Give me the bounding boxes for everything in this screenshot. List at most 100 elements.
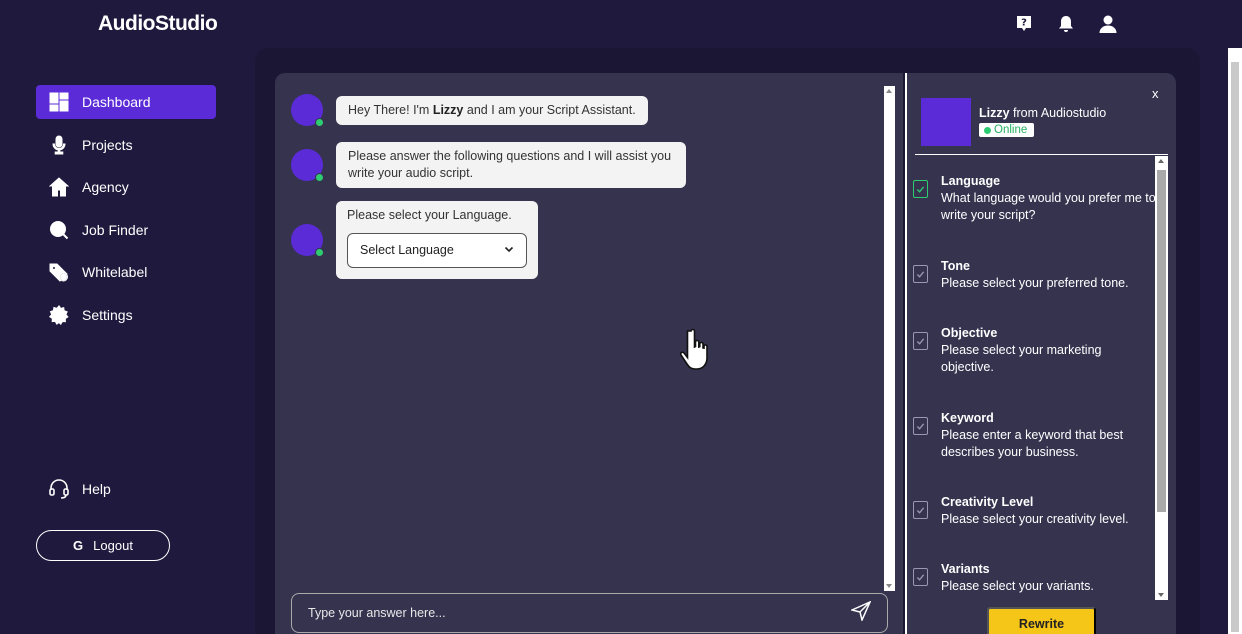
sidebar-item-label: Whitelabel (82, 264, 148, 280)
question-text: Objective Please select your marketing ob… (941, 325, 1156, 376)
question-title: Language (941, 174, 1001, 188)
sidebar-item-settings[interactable]: Settings (36, 298, 216, 332)
help-link[interactable]: Help (48, 478, 111, 500)
header-icons: ? (1012, 12, 1120, 36)
headset-icon (48, 478, 70, 500)
sidebar-item-label: Settings (82, 306, 133, 323)
bell-icon[interactable] (1054, 12, 1078, 36)
assistant-name: Lizzy (979, 106, 1010, 120)
question-description: Please select your variants. (941, 579, 1094, 593)
assistant-name: Lizzy (432, 102, 464, 117)
answer-input[interactable] (308, 606, 828, 620)
answer-input-box (291, 593, 888, 633)
user-icon[interactable] (1096, 12, 1120, 36)
checkbox-icon[interactable] (913, 265, 928, 283)
online-dot (315, 118, 324, 127)
question-title: Objective (941, 326, 998, 340)
logout-button[interactable]: G Logout (36, 530, 170, 561)
language-select[interactable]: Select Language (347, 233, 527, 268)
question-text: Language What language would you prefer m… (941, 173, 1156, 224)
question-title: Creativity Level (941, 495, 1034, 509)
scroll-up-icon (886, 89, 892, 93)
close-panel-button[interactable]: x (1152, 86, 1159, 101)
assistant-org: from Audiostudio (1009, 106, 1107, 120)
question-item-tone[interactable]: Tone Please select your preferred tone. (913, 258, 1156, 292)
questions-scrollbar[interactable] (1155, 156, 1168, 600)
sidebar-item-agency[interactable]: Agency (36, 170, 216, 204)
dashboard-icon (48, 91, 70, 113)
logout-label: Logout (93, 538, 133, 553)
chat-scrollbar[interactable] (884, 86, 895, 591)
checkbox-icon[interactable] (913, 501, 928, 519)
sidebar-item-job-finder[interactable]: Job Finder (36, 213, 216, 247)
question-item-creativity-level[interactable]: Creativity Level Please select your creat… (913, 494, 1156, 528)
sidebar-item-label: Projects (82, 136, 133, 153)
divider (915, 154, 1168, 155)
question-description: What language would you prefer me to wri… (941, 191, 1156, 222)
microphone-icon (48, 134, 70, 156)
question-item-variants[interactable]: Variants Please select your variants. (913, 561, 1156, 595)
search-icon (48, 219, 70, 241)
tag-icon (48, 261, 70, 283)
assistant-avatar (291, 149, 324, 182)
assistant-avatar (291, 224, 324, 257)
message-bubble: Hey There! I'm Lizzy and I am your Scrip… (336, 95, 648, 125)
question-description: Please select your creativity level. (941, 512, 1129, 526)
sidebar-item-label: Job Finder (82, 221, 149, 238)
scroll-thumb[interactable] (1231, 62, 1239, 632)
rewrite-button[interactable]: Rewrite (987, 607, 1096, 634)
question-text: Variants Please select your variants. (941, 561, 1156, 595)
help-icon[interactable]: ? (1012, 12, 1036, 36)
question-title: Tone (941, 259, 970, 273)
scroll-up-icon (1158, 159, 1164, 163)
scroll-thumb[interactable] (1157, 170, 1166, 512)
sidebar-item-label: Dashboard (82, 94, 151, 110)
chat-message: Hey There! I'm Lizzy and I am your Scrip… (291, 94, 648, 127)
message-text: Please select your Language. (347, 208, 512, 222)
page-scrollbar[interactable] (1228, 48, 1242, 634)
sidebar-item-dashboard[interactable]: Dashboard (36, 85, 216, 119)
language-question-bubble: Please select your Language. Select Lang… (336, 201, 538, 279)
question-item-keyword[interactable]: Keyword Please enter a keyword that best … (913, 410, 1156, 461)
question-title: Variants (941, 562, 990, 576)
home-icon (48, 176, 70, 198)
assistant-avatar (921, 98, 971, 146)
sidebar-item-label: Agency (82, 179, 129, 195)
status-label: Online (994, 124, 1028, 136)
chat-message: Please answer the following questions an… (291, 142, 686, 188)
checkbox-icon[interactable] (913, 417, 928, 435)
checkbox-icon[interactable] (913, 180, 928, 198)
chat-message: Please select your Language. Select Lang… (291, 201, 538, 279)
question-description: Please select your preferred tone. (941, 276, 1129, 290)
scroll-down-icon (886, 584, 892, 588)
question-title: Keyword (941, 411, 994, 425)
question-description: Please enter a keyword that best describ… (941, 428, 1124, 459)
question-text: Keyword Please enter a keyword that best … (941, 410, 1156, 461)
chevron-down-icon (504, 242, 514, 259)
sidebar-item-whitelabel[interactable]: Whitelabel (36, 255, 216, 289)
question-text: Creativity Level Please select your creat… (941, 494, 1156, 528)
send-icon[interactable] (849, 600, 872, 626)
question-item-objective[interactable]: Objective Please select your marketing ob… (913, 325, 1156, 376)
google-icon: G (73, 538, 84, 553)
svg-text:?: ? (1021, 18, 1027, 29)
language-select-value: Select Language (360, 243, 454, 257)
online-dot (315, 248, 324, 257)
question-text: Tone Please select your preferred tone. (941, 258, 1156, 292)
online-dot (315, 173, 324, 182)
assistant-title: Lizzy from Audiostudio (979, 106, 1106, 120)
checkbox-icon[interactable] (913, 332, 928, 350)
sidebar-nav: Dashboard Projects Agency Job Finder Whi… (36, 85, 216, 340)
app-logo[interactable]: AudioStudio (98, 12, 218, 36)
help-label: Help (82, 481, 111, 497)
message-text: and I am your Script Assistant. (463, 102, 636, 117)
status-badge: Online (979, 123, 1035, 137)
assistant-avatar (291, 94, 324, 127)
checkbox-icon[interactable] (913, 568, 928, 586)
question-description: Please select your marketing objective. (941, 343, 1102, 374)
hand-cursor-icon (679, 327, 716, 373)
online-dot (984, 126, 991, 134)
question-item-language[interactable]: Language What language would you prefer m… (913, 173, 1156, 224)
message-text: Hey There! I'm (348, 102, 433, 117)
sidebar-item-projects[interactable]: Projects (36, 128, 216, 162)
